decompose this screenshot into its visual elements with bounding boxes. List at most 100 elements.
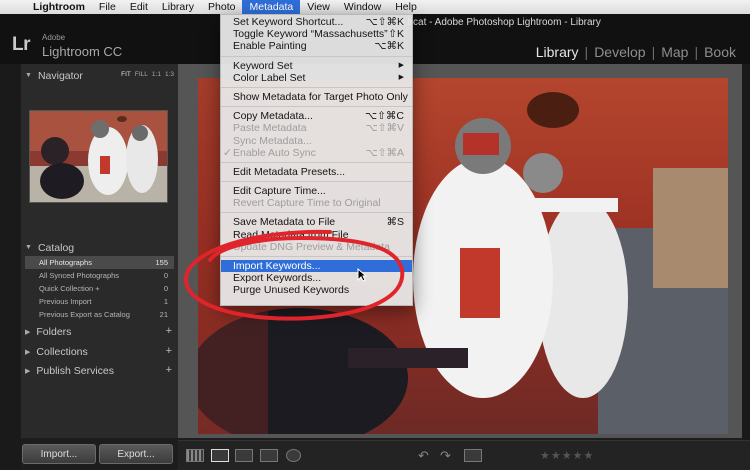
folders-header[interactable]: ▶ Folders + <box>21 322 178 341</box>
left-panel-track[interactable] <box>0 64 21 470</box>
menu-file[interactable]: File <box>92 0 123 14</box>
library-toolbar: ★★★★★ ↶ ↷ <box>178 440 750 470</box>
zoom-1-1[interactable]: 1:1 <box>152 71 161 78</box>
catalog-row-label: All Photographs <box>39 258 92 267</box>
menu-item-label: Sync Metadata... <box>233 134 312 147</box>
add-folder-icon[interactable]: + <box>166 325 172 337</box>
collapse-triangle-icon: ▼ <box>25 72 32 79</box>
menu-help[interactable]: Help <box>388 0 424 14</box>
menu-item-revert-capture-time: Revert Capture Time to Original <box>221 197 412 209</box>
navigator-header[interactable]: ▼ Navigator FIT FILL 1:1 1:3 <box>21 66 178 85</box>
people-view-icon[interactable] <box>286 449 301 462</box>
compare-view-icon[interactable] <box>235 449 253 462</box>
menu-item-enable-auto-sync: ✓ Enable Auto Sync ⌥⇧⌘A <box>221 147 412 159</box>
expand-triangle-icon: ▶ <box>25 348 31 356</box>
menu-library[interactable]: Library <box>155 0 201 14</box>
shortcut: ⌘S <box>386 216 404 229</box>
grid-view-icon[interactable] <box>186 449 204 462</box>
collections-header[interactable]: ▶ Collections + <box>21 342 178 361</box>
menu-separator <box>221 106 412 108</box>
menu-item-label: Save Metadata to File <box>233 216 336 229</box>
catalog-row-count: 0 <box>163 284 168 293</box>
menu-item-read-metadata[interactable]: Read Metadata from File <box>221 229 412 241</box>
menu-item-keyword-set[interactable]: Keyword Set ▶ <box>221 60 412 72</box>
rating-stars[interactable]: ★★★★★ <box>540 449 594 462</box>
catalog-row[interactable]: All Synced Photographs 0 <box>25 269 174 282</box>
menu-item-sync-metadata: Sync Metadata... <box>221 135 412 147</box>
menu-item-show-metadata-target[interactable]: Show Metadata for Target Photo Only <box>221 91 412 103</box>
add-publish-service-icon[interactable]: + <box>166 364 172 376</box>
folders-title: Folders <box>36 325 72 338</box>
catalog-row-label: Previous Import <box>39 297 92 306</box>
right-panel-track[interactable] <box>742 64 750 470</box>
module-develop[interactable]: Develop <box>588 44 651 60</box>
menu-item-label: Purge Unused Keywords <box>233 284 350 297</box>
zoom-fit[interactable]: FIT <box>121 71 131 78</box>
menu-photo[interactable]: Photo <box>201 0 242 14</box>
module-library[interactable]: Library <box>530 44 585 60</box>
rotate-left-icon[interactable]: ↶ <box>418 449 436 462</box>
navigator-preview[interactable] <box>29 110 168 203</box>
collections-title: Collections <box>36 345 88 358</box>
catalog-row[interactable]: All Photographs 155 <box>25 256 174 269</box>
zoom-1-3[interactable]: 1:3 <box>165 71 174 78</box>
export-button[interactable]: Export... <box>99 444 173 464</box>
menu-window[interactable]: Window <box>337 0 388 14</box>
menu-item-edit-metadata-presets[interactable]: Edit Metadata Presets... <box>221 166 412 178</box>
menu-item-edit-capture-time[interactable]: Edit Capture Time... <box>221 185 412 197</box>
menu-edit[interactable]: Edit <box>123 0 155 14</box>
menu-view[interactable]: View <box>300 0 337 14</box>
catalog-list: All Photographs 155 All Synced Photograp… <box>25 256 174 321</box>
crop-overlay-icon[interactable] <box>464 449 482 462</box>
catalog-row[interactable]: Quick Collection + 0 <box>25 282 174 295</box>
menu-separator <box>221 55 412 57</box>
shortcut: ⌥⇧⌘A <box>365 146 404 159</box>
catalog-header[interactable]: ▼ Catalog <box>21 238 178 257</box>
menu-separator <box>221 86 412 88</box>
menu-item-label: Enable Painting <box>233 40 307 53</box>
menu-lightroom[interactable]: Lightroom <box>26 0 92 14</box>
menu-item-label: Keyword Set <box>233 59 293 72</box>
menu-item-label: Copy Metadata... <box>233 110 313 123</box>
menu-item-export-keywords[interactable]: Export Keywords... <box>221 272 412 284</box>
zoom-fill[interactable]: FILL <box>135 71 148 78</box>
menu-item-copy-metadata[interactable]: Copy Metadata... ⌥⇧⌘C <box>221 110 412 122</box>
add-collection-icon[interactable]: + <box>166 345 172 357</box>
menu-separator <box>221 181 412 183</box>
menu-item-label: Set Keyword Shortcut... <box>233 16 344 28</box>
menu-item-paste-metadata: Paste Metadata ⌥⇧⌘V <box>221 122 412 134</box>
menu-item-label: Toggle Keyword “Massachusetts” <box>233 28 388 41</box>
module-book[interactable]: Book <box>698 44 742 60</box>
navigator-zoom-options: FIT FILL 1:1 1:3 <box>121 71 174 78</box>
menu-item-import-keywords[interactable]: Import Keywords... <box>221 260 412 273</box>
menu-item-purge-unused-keywords[interactable]: Purge Unused Keywords <box>221 284 412 296</box>
adobe-label: Adobe <box>42 33 66 42</box>
catalog-row-count: 155 <box>155 258 168 267</box>
catalog-title: Catalog <box>37 241 75 254</box>
catalog-row[interactable]: Previous Import 1 <box>25 295 174 308</box>
menu-metadata[interactable]: Metadata <box>242 0 301 14</box>
publish-services-header[interactable]: ▶ Publish Services + <box>21 361 178 380</box>
import-button[interactable]: Import... <box>22 444 96 464</box>
shortcut: ⌥⇧⌘V <box>365 122 404 135</box>
menu-item-color-label-set[interactable]: Color Label Set ▶ <box>221 72 412 84</box>
survey-view-icon[interactable] <box>260 449 278 462</box>
loupe-view-icon[interactable] <box>211 449 229 462</box>
product-name: Lightroom CC <box>42 44 123 59</box>
catalog-row[interactable]: Previous Export as Catalog 21 <box>25 308 174 321</box>
menu-item-save-metadata[interactable]: Save Metadata to File ⌘S <box>221 216 412 228</box>
menu-item-label: Edit Metadata Presets... <box>233 165 346 178</box>
publish-services-title: Publish Services <box>36 364 115 377</box>
menu-item-label: Revert Capture Time to Original <box>233 197 381 210</box>
catalog-row-label: Quick Collection + <box>39 284 100 293</box>
rotate-right-icon[interactable]: ↷ <box>440 449 458 462</box>
module-map[interactable]: Map <box>655 44 694 60</box>
menu-item-set-keyword-shortcut[interactable]: Set Keyword Shortcut... ⌥⇧⌘K <box>221 16 412 28</box>
catalog-row-count: 0 <box>163 271 168 280</box>
menu-separator <box>221 256 412 257</box>
shortcut: ⇧K <box>388 28 404 41</box>
menu-item-toggle-keyword[interactable]: Toggle Keyword “Massachusetts” ⇧K <box>221 28 412 40</box>
metadata-menu: Set Keyword Shortcut... ⌥⇧⌘K Toggle Keywo… <box>220 14 413 306</box>
menu-item-label: Color Label Set <box>233 71 306 84</box>
menu-item-enable-painting[interactable]: Enable Painting ⌥⌘K <box>221 40 412 52</box>
